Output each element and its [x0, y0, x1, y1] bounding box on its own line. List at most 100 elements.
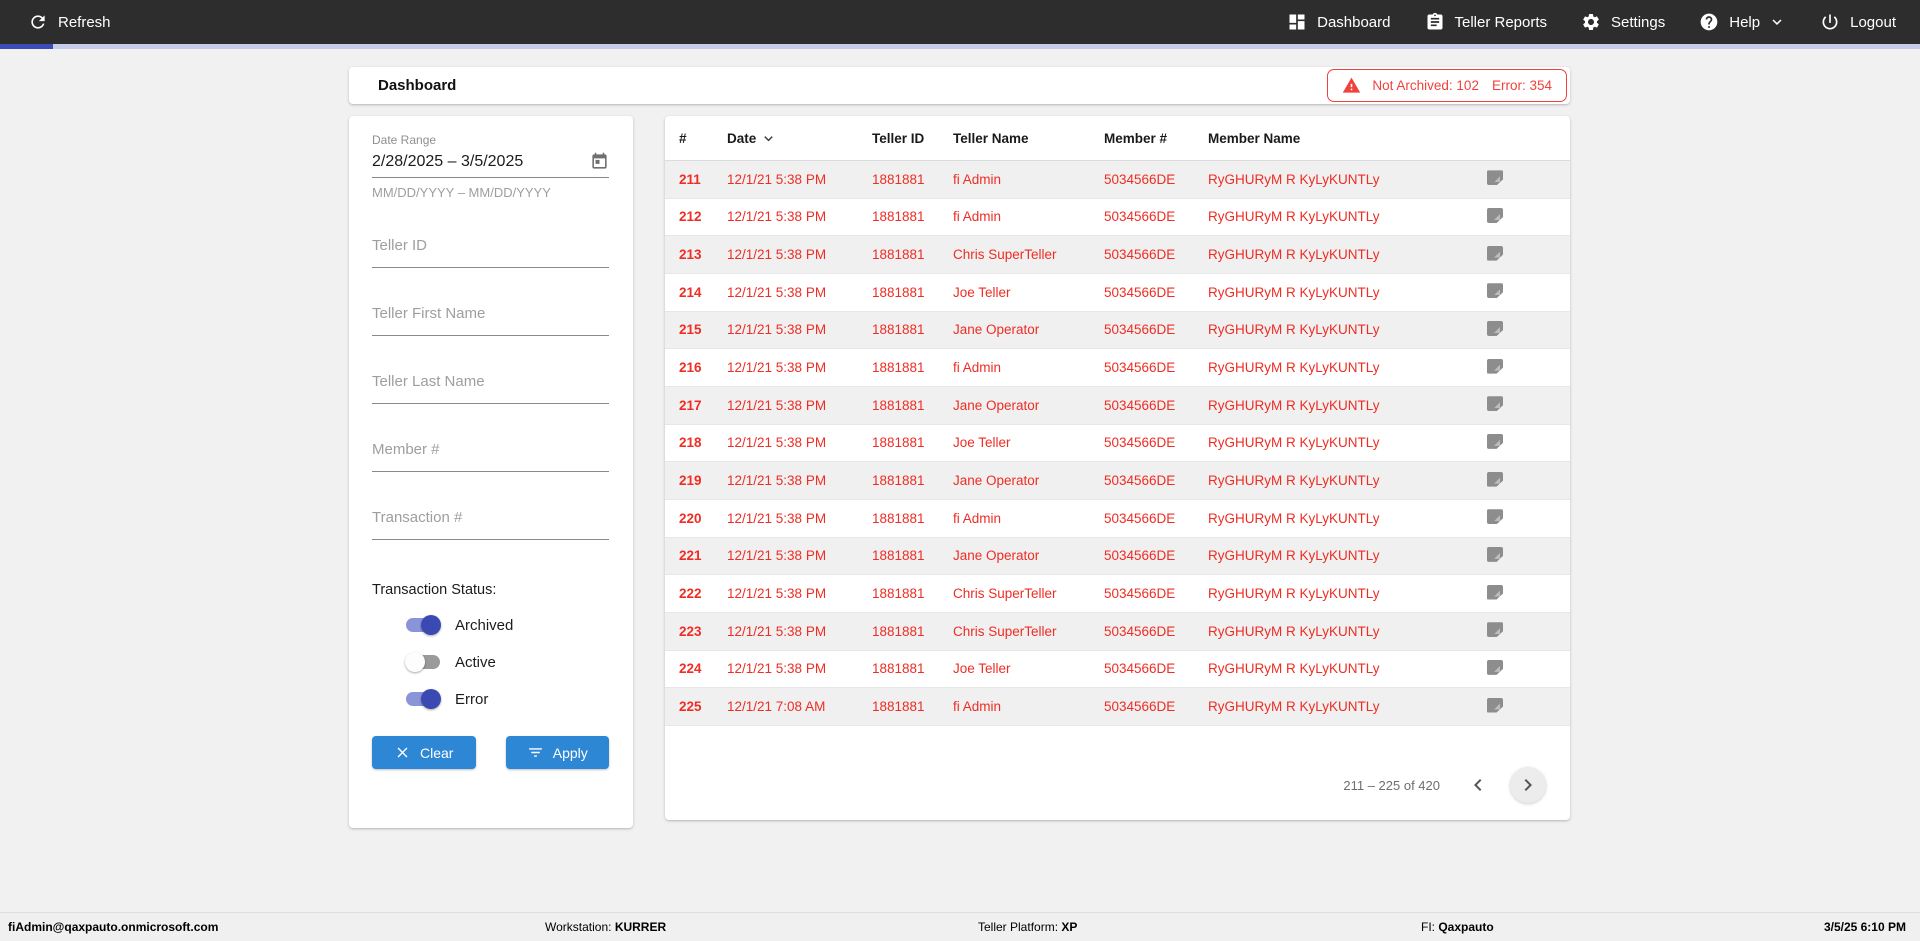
date-range-input[interactable] [372, 152, 590, 171]
cell-teller-name: fi Admin [953, 699, 1002, 715]
apply-button[interactable]: Apply [505, 736, 609, 769]
column-header-date[interactable]: Date [727, 130, 872, 147]
transactions-panel: # Date Teller ID Teller Name Member # Member … [665, 116, 1570, 820]
table-row[interactable]: 224 12/1/21 5:38 PM 1881881 Joe Teller 50345… [665, 651, 1570, 689]
cell-member-name: RyGHURyM R KyLyKUNTLy [1208, 209, 1380, 225]
next-page-button[interactable] [1510, 767, 1546, 803]
cell-teller-id: 1881881 [872, 322, 925, 338]
note-icon[interactable] [1487, 358, 1503, 374]
toggle-thumb [405, 652, 425, 672]
table-row[interactable]: 225 12/1/21 7:08 AM 1881881 fi Admin 5034566… [665, 688, 1570, 726]
cell-num: 225 [679, 699, 702, 715]
note-icon[interactable] [1487, 697, 1503, 713]
progress-bar-active-segment [0, 44, 53, 49]
cell-notes [1487, 471, 1570, 490]
cell-member-num: 5034566DE [1104, 510, 1176, 526]
note-icon[interactable] [1487, 245, 1503, 261]
table-row[interactable]: 222 12/1/21 5:38 PM 1881881 Chris SuperTell… [665, 575, 1570, 613]
nav-item-settings[interactable]: Settings [1581, 12, 1665, 32]
cell-member-num: 5034566DE [1104, 209, 1176, 225]
nav-item-help[interactable]: Help [1699, 12, 1786, 32]
note-icon[interactable] [1487, 659, 1503, 675]
active-toggle[interactable] [405, 652, 441, 672]
cell-notes [1487, 320, 1570, 339]
note-icon[interactable] [1487, 584, 1503, 600]
error-toggle[interactable] [405, 689, 441, 709]
table-row[interactable]: 213 12/1/21 5:38 PM 1881881 Chris SuperTell… [665, 236, 1570, 274]
refresh-button[interactable]: Refresh [28, 12, 111, 32]
teller-first-name-input[interactable] [372, 301, 609, 336]
cell-date: 12/1/21 5:38 PM [727, 284, 827, 300]
chevron-right-icon [1516, 773, 1540, 797]
cell-member-num: 5034566DE [1104, 171, 1176, 187]
cell-member-name: RyGHURyM R KyLyKUNTLy [1208, 623, 1380, 639]
note-icon[interactable] [1487, 433, 1503, 449]
cell-num: 213 [679, 247, 702, 263]
teller-last-name-input[interactable] [372, 369, 609, 404]
archived-toggle[interactable] [405, 615, 441, 635]
teller-id-input[interactable] [372, 233, 609, 268]
cell-teller-name: Chris SuperTeller [953, 247, 1057, 263]
cell-member-num: 5034566DE [1104, 623, 1176, 639]
date-range-label: Date Range [372, 133, 437, 147]
nav-item-dashboard[interactable]: Dashboard [1287, 12, 1391, 32]
column-header-teller-id[interactable]: Teller ID [872, 131, 953, 146]
column-header-num[interactable]: # [679, 131, 727, 146]
cell-member-num: 5034566DE [1104, 473, 1176, 489]
power-icon [1820, 12, 1840, 32]
table-row[interactable]: 219 12/1/21 5:38 PM 1881881 Jane Operator 50… [665, 462, 1570, 500]
cell-teller-name: Joe Teller [953, 661, 1011, 677]
note-icon[interactable] [1487, 396, 1503, 412]
cell-notes [1487, 659, 1570, 678]
transaction-input[interactable] [372, 505, 609, 540]
filter-icon [527, 744, 544, 761]
previous-page-button[interactable] [1466, 773, 1490, 797]
column-header-teller-name[interactable]: Teller Name [953, 131, 1104, 146]
column-header-label: Date [727, 130, 757, 146]
note-icon[interactable] [1487, 170, 1503, 186]
note-icon[interactable] [1487, 320, 1503, 336]
cell-teller-name: Jane Operator [953, 322, 1040, 338]
note-icon[interactable] [1487, 509, 1503, 525]
not-archived-count: Not Archived: 102 [1372, 78, 1479, 93]
nav-item-teller-reports[interactable]: Teller Reports [1425, 12, 1548, 32]
note-icon[interactable] [1487, 207, 1503, 223]
field-transaction [372, 505, 609, 540]
cell-member-num: 5034566DE [1104, 247, 1176, 263]
chevron-down-icon [1768, 13, 1786, 31]
toggle-label-active: Active [455, 653, 496, 671]
table-row[interactable]: 212 12/1/21 5:38 PM 1881881 fi Admin 5034566… [665, 199, 1570, 237]
table-row[interactable]: 215 12/1/21 5:38 PM 1881881 Jane Operator 50… [665, 311, 1570, 350]
nav-item-label: Logout [1850, 13, 1896, 31]
nav-item-label: Teller Reports [1454, 13, 1548, 31]
fi-info: FI: Qaxpauto [1421, 920, 1494, 934]
clear-button[interactable]: Clear [372, 736, 476, 769]
table-row[interactable]: 223 12/1/21 5:38 PM 1881881 Chris SuperTell… [665, 612, 1570, 651]
note-icon[interactable] [1487, 622, 1503, 638]
cell-teller-id: 1881881 [872, 397, 925, 413]
cell-num: 217 [679, 397, 702, 413]
note-icon[interactable] [1487, 546, 1503, 562]
note-icon[interactable] [1487, 471, 1503, 487]
table-row[interactable]: 214 12/1/21 5:38 PM 1881881 Joe Teller 50345… [665, 274, 1570, 312]
table-row[interactable]: 217 12/1/21 5:38 PM 1881881 Jane Operator 50… [665, 386, 1570, 425]
pagination: 211 – 225 of 420 [1343, 767, 1546, 803]
cell-member-num: 5034566DE [1104, 322, 1176, 338]
nav-item-logout[interactable]: Logout [1820, 12, 1896, 32]
toggle-label-error: Error [455, 690, 489, 708]
table-row[interactable]: 221 12/1/21 5:38 PM 1881881 Jane Operator 50… [665, 537, 1570, 576]
cell-num: 218 [679, 435, 702, 451]
cell-num: 221 [679, 548, 702, 564]
column-header-member-name[interactable]: Member Name [1208, 131, 1487, 146]
transaction-status-label: Transaction Status: [372, 582, 497, 598]
table-row[interactable]: 216 12/1/21 5:38 PM 1881881 fi Admin 5034566… [665, 349, 1570, 387]
cell-teller-id: 1881881 [872, 623, 925, 639]
note-icon[interactable] [1487, 283, 1503, 299]
table-row[interactable]: 220 12/1/21 5:38 PM 1881881 fi Admin 5034566… [665, 500, 1570, 538]
column-header-member[interactable]: Member # [1104, 131, 1208, 146]
table-row[interactable]: 218 12/1/21 5:38 PM 1881881 Joe Teller 50345… [665, 425, 1570, 463]
table-row[interactable]: 211 12/1/21 5:38 PM 1881881 fi Admin 5034566… [665, 161, 1570, 199]
status-toggles: Archived Active Error [372, 615, 609, 709]
member-input[interactable] [372, 437, 609, 472]
calendar-icon[interactable] [590, 152, 609, 171]
